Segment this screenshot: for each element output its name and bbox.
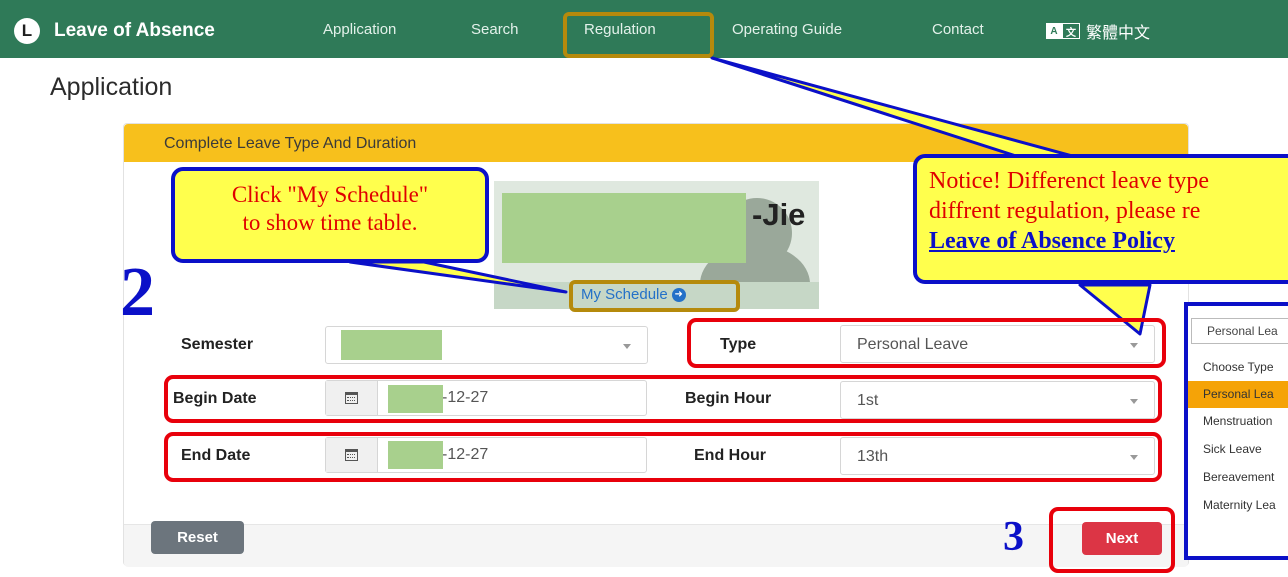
highlight-next <box>1049 507 1175 573</box>
highlight-end-row <box>164 432 1162 482</box>
callout-schedule: Click "My Schedule" to show time table. <box>171 167 489 263</box>
highlight-my-schedule <box>569 280 740 312</box>
highlight-type <box>687 318 1166 368</box>
step-number-2: 2 <box>120 254 155 331</box>
highlight-regulation <box>563 12 714 58</box>
callout-notice: Notice! Differenct leave type diffrent r… <box>913 154 1288 284</box>
step-number-3: 3 <box>1003 514 1024 560</box>
highlight-begin-row <box>164 375 1162 423</box>
policy-link[interactable]: Leave of Absence Policy <box>929 226 1288 256</box>
